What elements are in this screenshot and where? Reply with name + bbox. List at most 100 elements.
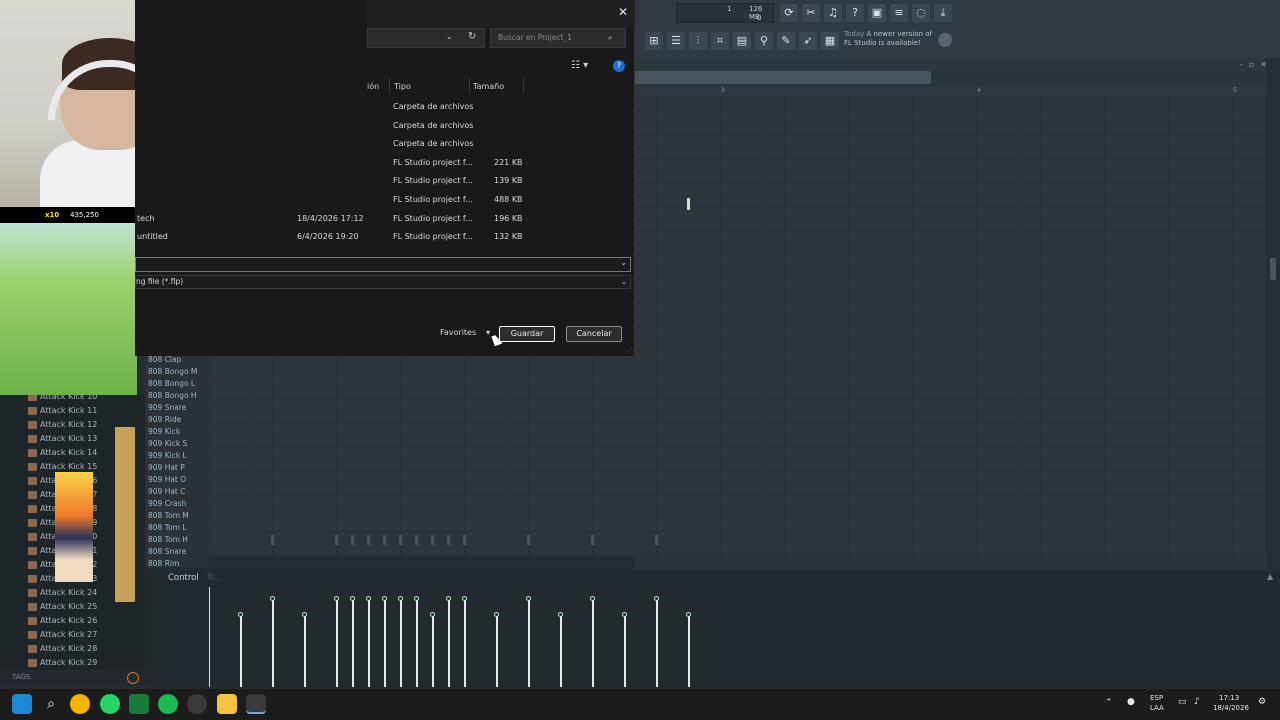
- velocity-bar[interactable]: [240, 615, 242, 687]
- browser-item[interactable]: Attack Kick 13: [28, 433, 97, 445]
- save-icon[interactable]: ▣: [868, 4, 886, 22]
- chevron-down-icon[interactable]: ⌄: [446, 32, 453, 41]
- date-column-header[interactable]: ión: [367, 82, 379, 91]
- mic-icon[interactable]: ♫: [824, 4, 842, 22]
- plugin-icon[interactable]: ⚲: [755, 32, 773, 50]
- globe-icon[interactable]: [938, 33, 952, 47]
- address-bar[interactable]: ⌄ ↻: [367, 28, 485, 48]
- resize-grip-icon[interactable]: ⋰: [626, 347, 632, 354]
- mic-icon[interactable]: ●: [1127, 697, 1135, 707]
- velocity-bar[interactable]: [688, 615, 690, 687]
- view-options-icon[interactable]: ☷ ▾: [571, 60, 588, 71]
- channel-item[interactable]: 909 Kick: [148, 427, 180, 436]
- loop-icon[interactable]: ⟳: [780, 4, 798, 22]
- velocity-handle[interactable]: [526, 596, 531, 601]
- event-editor[interactable]: [145, 570, 1280, 687]
- channel-item[interactable]: 808 Bongo H: [148, 391, 197, 400]
- close-button[interactable]: ✕: [612, 2, 634, 22]
- filename-field[interactable]: ⌄: [135, 257, 631, 272]
- velocity-bar[interactable]: [624, 615, 626, 687]
- help-icon[interactable]: ?: [613, 60, 625, 72]
- file-explorer-icon[interactable]: [217, 694, 237, 714]
- velocity-bar[interactable]: [416, 599, 418, 687]
- file-row[interactable]: FL Studio project f... 221 KB: [135, 154, 635, 172]
- channel-item[interactable]: 808 Tom M: [148, 511, 189, 520]
- channel-item[interactable]: 808 Bongo L: [148, 379, 195, 388]
- channel-item[interactable]: 808 Tom L: [148, 523, 186, 532]
- velocity-handle[interactable]: [462, 596, 467, 601]
- vertical-scrollbar[interactable]: [1266, 58, 1280, 570]
- help-icon[interactable]: ?: [846, 4, 864, 22]
- file-row[interactable]: Carpeta de archivos: [135, 117, 635, 135]
- column-headers[interactable]: ión Tipo Tamaño: [367, 78, 634, 94]
- channel-item[interactable]: 808 Snare: [148, 547, 186, 556]
- pattern-clip[interactable]: [687, 198, 690, 210]
- xbox-icon[interactable]: [129, 694, 149, 714]
- velocity-bar[interactable]: [592, 599, 594, 687]
- favorites-dropdown[interactable]: Favorites ▾: [440, 328, 490, 337]
- playlist-icon[interactable]: ⊞: [645, 32, 663, 50]
- volume-icon[interactable]: ♪: [1194, 697, 1200, 707]
- refresh-icon[interactable]: ↻: [468, 31, 476, 42]
- velocity-handle[interactable]: [334, 596, 339, 601]
- search-input[interactable]: Buscar en Project_1 ⌕: [490, 28, 626, 48]
- velocity-bar[interactable]: [400, 599, 402, 687]
- velocity-bar[interactable]: [528, 599, 530, 687]
- type-column-header[interactable]: Tipo: [394, 82, 411, 91]
- browser-item[interactable]: Attack Kick 24: [28, 587, 97, 599]
- windows-start-icon[interactable]: [12, 694, 32, 714]
- velocity-handle[interactable]: [382, 596, 387, 601]
- browser-item[interactable]: Attack Kick 29: [28, 657, 97, 669]
- link-icon[interactable]: ➶: [799, 32, 817, 50]
- channel-item[interactable]: 909 Kick L: [148, 451, 187, 460]
- search-icon[interactable]: [127, 672, 139, 684]
- steam-icon[interactable]: [187, 694, 207, 714]
- browser-item[interactable]: Attack Kick 25: [28, 601, 97, 613]
- channel-item[interactable]: 909 Ride: [148, 415, 181, 424]
- velocity-handle[interactable]: [366, 596, 371, 601]
- language-code[interactable]: ESP: [1150, 694, 1163, 702]
- velocity-handle[interactable]: [494, 612, 499, 617]
- file-row[interactable]: untitled 6/4/2026 19:20 FL Studio project …: [135, 228, 635, 246]
- channel-item[interactable]: 909 Hat C: [148, 487, 186, 496]
- velocity-handle[interactable]: [398, 596, 403, 601]
- velocity-bar[interactable]: [464, 599, 466, 687]
- browser-item[interactable]: Attack Kick 14: [28, 447, 97, 459]
- velocity-handle[interactable]: [654, 596, 659, 601]
- download-icon[interactable]: ⤓: [934, 4, 952, 22]
- channel-rack-icon[interactable]: ⌗: [711, 32, 729, 50]
- velocity-handle[interactable]: [558, 612, 563, 617]
- velocity-bar[interactable]: [384, 599, 386, 687]
- chevron-up-icon[interactable]: ⌃: [1105, 698, 1113, 708]
- velocity-bar[interactable]: [496, 615, 498, 687]
- browser-icon[interactable]: ▤: [733, 32, 751, 50]
- channel-item[interactable]: 808 Rim: [148, 559, 179, 568]
- velocity-handle[interactable]: [238, 612, 243, 617]
- chat-icon[interactable]: ◌: [912, 4, 930, 22]
- browser-item[interactable]: Attack Kick 26: [28, 615, 97, 627]
- pen-icon[interactable]: ✎: [777, 32, 795, 50]
- velocity-bar[interactable]: [336, 599, 338, 687]
- render-icon[interactable]: ≡: [890, 4, 908, 22]
- channel-item[interactable]: 909 Snare: [148, 403, 186, 412]
- velocity-bar[interactable]: [352, 599, 354, 687]
- timeline-ruler[interactable]: 3 4 5: [635, 86, 1265, 96]
- channel-item[interactable]: 808 Bongo M: [148, 367, 197, 376]
- velocity-handle[interactable]: [350, 596, 355, 601]
- notification-icon[interactable]: ⚙: [1258, 697, 1266, 707]
- file-row[interactable]: Carpeta de archivos: [135, 98, 635, 116]
- channel-item[interactable]: 808 Clap: [148, 355, 181, 364]
- size-column-header[interactable]: Tamaño: [473, 82, 504, 91]
- velocity-handle[interactable]: [622, 612, 627, 617]
- cancel-button[interactable]: Cancelar: [566, 326, 622, 342]
- file-row[interactable]: FL Studio project f... 139 KB: [135, 172, 635, 190]
- piano-roll-icon[interactable]: ☰: [667, 32, 685, 50]
- news-panel[interactable]: Today A newer version of FL Studio is av…: [844, 30, 944, 52]
- channel-item[interactable]: 909 Crash: [148, 499, 186, 508]
- velocity-bar[interactable]: [448, 599, 450, 687]
- scroll-up-icon[interactable]: ▲: [1267, 572, 1279, 584]
- horizontal-scrollbar[interactable]: [635, 71, 931, 84]
- file-row[interactable]: tech 18/4/2026 17:12 FL Studio project f..…: [135, 210, 635, 228]
- column-divider[interactable]: [469, 78, 470, 94]
- browser-item[interactable]: Attack Kick 11: [28, 405, 97, 417]
